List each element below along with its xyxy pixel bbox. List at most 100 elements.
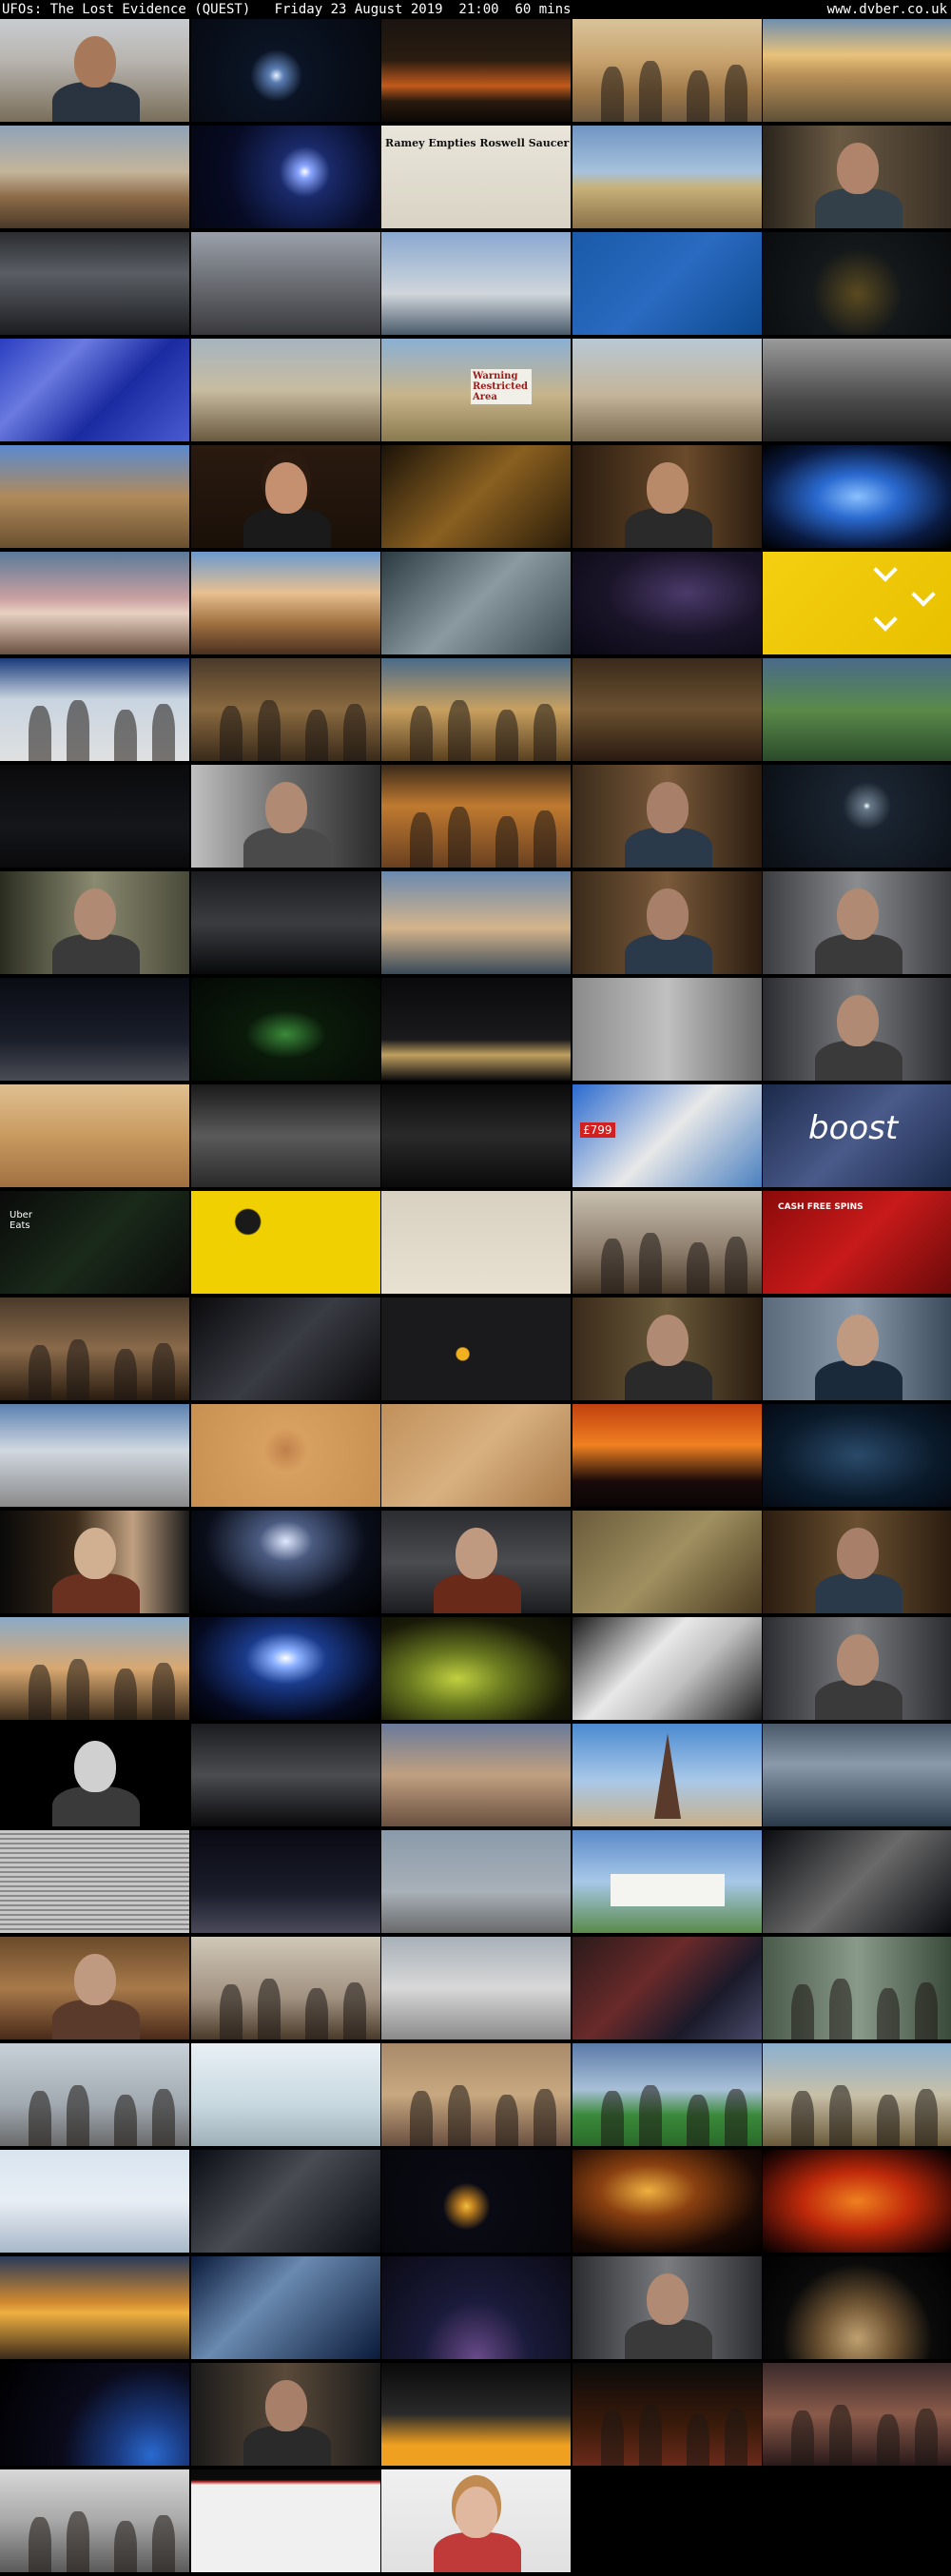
thumbnail[interactable] bbox=[573, 1937, 762, 2039]
thumbnail[interactable] bbox=[0, 552, 189, 654]
thumbnail[interactable] bbox=[0, 1511, 189, 1613]
thumbnail[interactable] bbox=[763, 1937, 951, 2039]
thumbnail[interactable] bbox=[0, 1617, 189, 1720]
thumbnail[interactable] bbox=[0, 19, 189, 122]
thumbnail[interactable] bbox=[381, 2150, 571, 2253]
thumbnail[interactable] bbox=[763, 765, 951, 868]
thumbnail[interactable] bbox=[381, 1191, 571, 1294]
thumbnail[interactable] bbox=[0, 1298, 189, 1400]
thumbnail[interactable] bbox=[573, 2363, 762, 2466]
thumbnail[interactable] bbox=[763, 1617, 951, 1720]
thumbnail[interactable] bbox=[191, 2256, 380, 2359]
thumbnail[interactable] bbox=[191, 1511, 380, 1613]
thumbnail[interactable] bbox=[763, 871, 951, 974]
thumbnail[interactable] bbox=[573, 339, 762, 441]
thumbnail[interactable] bbox=[0, 1937, 189, 2039]
thumbnail[interactable] bbox=[381, 658, 571, 761]
thumbnail[interactable] bbox=[191, 445, 380, 548]
thumbnail[interactable] bbox=[763, 445, 951, 548]
thumbnail[interactable] bbox=[381, 2043, 571, 2146]
thumbnail[interactable] bbox=[763, 1298, 951, 1400]
thumbnail[interactable] bbox=[191, 871, 380, 974]
thumbnail[interactable] bbox=[381, 1617, 571, 1720]
thumbnail[interactable] bbox=[573, 1404, 762, 1507]
thumbnail[interactable] bbox=[381, 19, 571, 122]
thumbnail[interactable] bbox=[573, 871, 762, 974]
thumbnail[interactable] bbox=[763, 552, 951, 654]
thumbnail[interactable] bbox=[191, 1191, 380, 1294]
thumbnail[interactable]: CASH FREE SPINS bbox=[763, 1191, 951, 1294]
thumbnail[interactable]: Warning Restricted Area bbox=[381, 339, 571, 441]
thumbnail[interactable] bbox=[191, 126, 380, 228]
thumbnail[interactable] bbox=[763, 339, 951, 441]
thumbnail[interactable] bbox=[573, 445, 762, 548]
thumbnail[interactable] bbox=[0, 1724, 189, 1826]
thumbnail[interactable] bbox=[191, 1617, 380, 1720]
thumbnail[interactable] bbox=[191, 2150, 380, 2253]
thumbnail[interactable] bbox=[573, 2150, 762, 2253]
thumbnail[interactable] bbox=[191, 232, 380, 335]
thumbnail[interactable] bbox=[381, 1404, 571, 1507]
thumbnail[interactable] bbox=[191, 1937, 380, 2039]
thumbnail[interactable] bbox=[763, 978, 951, 1081]
thumbnail[interactable] bbox=[381, 1937, 571, 2039]
thumbnail[interactable] bbox=[573, 19, 762, 122]
thumbnail[interactable] bbox=[191, 2469, 380, 2572]
thumbnail[interactable] bbox=[191, 19, 380, 122]
thumbnail[interactable] bbox=[0, 1404, 189, 1507]
thumbnail[interactable] bbox=[0, 2256, 189, 2359]
thumbnail[interactable] bbox=[0, 1084, 189, 1187]
thumbnail[interactable] bbox=[191, 658, 380, 761]
thumbnail[interactable] bbox=[381, 445, 571, 548]
thumbnail[interactable] bbox=[573, 2256, 762, 2359]
thumbnail[interactable] bbox=[381, 1724, 571, 1826]
thumbnail[interactable]: £799 bbox=[573, 1084, 762, 1187]
thumbnail[interactable] bbox=[191, 1404, 380, 1507]
thumbnail[interactable] bbox=[0, 2043, 189, 2146]
thumbnail[interactable] bbox=[0, 445, 189, 548]
thumbnail[interactable] bbox=[763, 658, 951, 761]
thumbnail[interactable] bbox=[381, 871, 571, 974]
thumbnail[interactable] bbox=[763, 2150, 951, 2253]
thumbnail[interactable] bbox=[0, 658, 189, 761]
thumbnail[interactable] bbox=[381, 2469, 571, 2572]
thumbnail[interactable] bbox=[573, 1830, 762, 1933]
thumbnail[interactable] bbox=[0, 1830, 189, 1933]
thumbnail[interactable] bbox=[763, 19, 951, 122]
thumbnail[interactable] bbox=[381, 232, 571, 335]
thumbnail[interactable] bbox=[763, 1404, 951, 1507]
thumbnail[interactable] bbox=[381, 552, 571, 654]
thumbnail[interactable] bbox=[573, 1298, 762, 1400]
thumbnail[interactable] bbox=[191, 1298, 380, 1400]
thumbnail[interactable] bbox=[0, 978, 189, 1081]
thumbnail[interactable] bbox=[191, 2363, 380, 2466]
thumbnail[interactable] bbox=[0, 2150, 189, 2253]
thumbnail[interactable] bbox=[573, 978, 762, 1081]
thumbnail[interactable] bbox=[573, 658, 762, 761]
thumbnail[interactable] bbox=[381, 765, 571, 868]
thumbnail[interactable] bbox=[573, 2043, 762, 2146]
thumbnail[interactable] bbox=[573, 765, 762, 868]
thumbnail[interactable] bbox=[381, 1830, 571, 1933]
thumbnail[interactable] bbox=[573, 552, 762, 654]
thumbnail[interactable] bbox=[573, 1724, 762, 1826]
thumbnail[interactable] bbox=[763, 2043, 951, 2146]
thumbnail[interactable] bbox=[191, 339, 380, 441]
thumbnail[interactable] bbox=[191, 1830, 380, 1933]
thumbnail[interactable] bbox=[763, 1511, 951, 1613]
thumbnail[interactable] bbox=[0, 126, 189, 228]
thumbnail[interactable] bbox=[0, 765, 189, 868]
thumbnail[interactable] bbox=[191, 1724, 380, 1826]
thumbnail[interactable] bbox=[573, 1511, 762, 1613]
thumbnail[interactable] bbox=[573, 126, 762, 228]
thumbnail[interactable] bbox=[573, 1617, 762, 1720]
thumbnail[interactable] bbox=[0, 232, 189, 335]
thumbnail[interactable] bbox=[191, 978, 380, 1081]
thumbnail[interactable] bbox=[381, 2256, 571, 2359]
thumbnail[interactable] bbox=[0, 2469, 189, 2572]
thumbnail[interactable] bbox=[381, 978, 571, 1081]
thumbnail[interactable] bbox=[0, 871, 189, 974]
thumbnail[interactable] bbox=[763, 232, 951, 335]
thumbnail[interactable] bbox=[573, 232, 762, 335]
thumbnail[interactable] bbox=[573, 1191, 762, 1294]
